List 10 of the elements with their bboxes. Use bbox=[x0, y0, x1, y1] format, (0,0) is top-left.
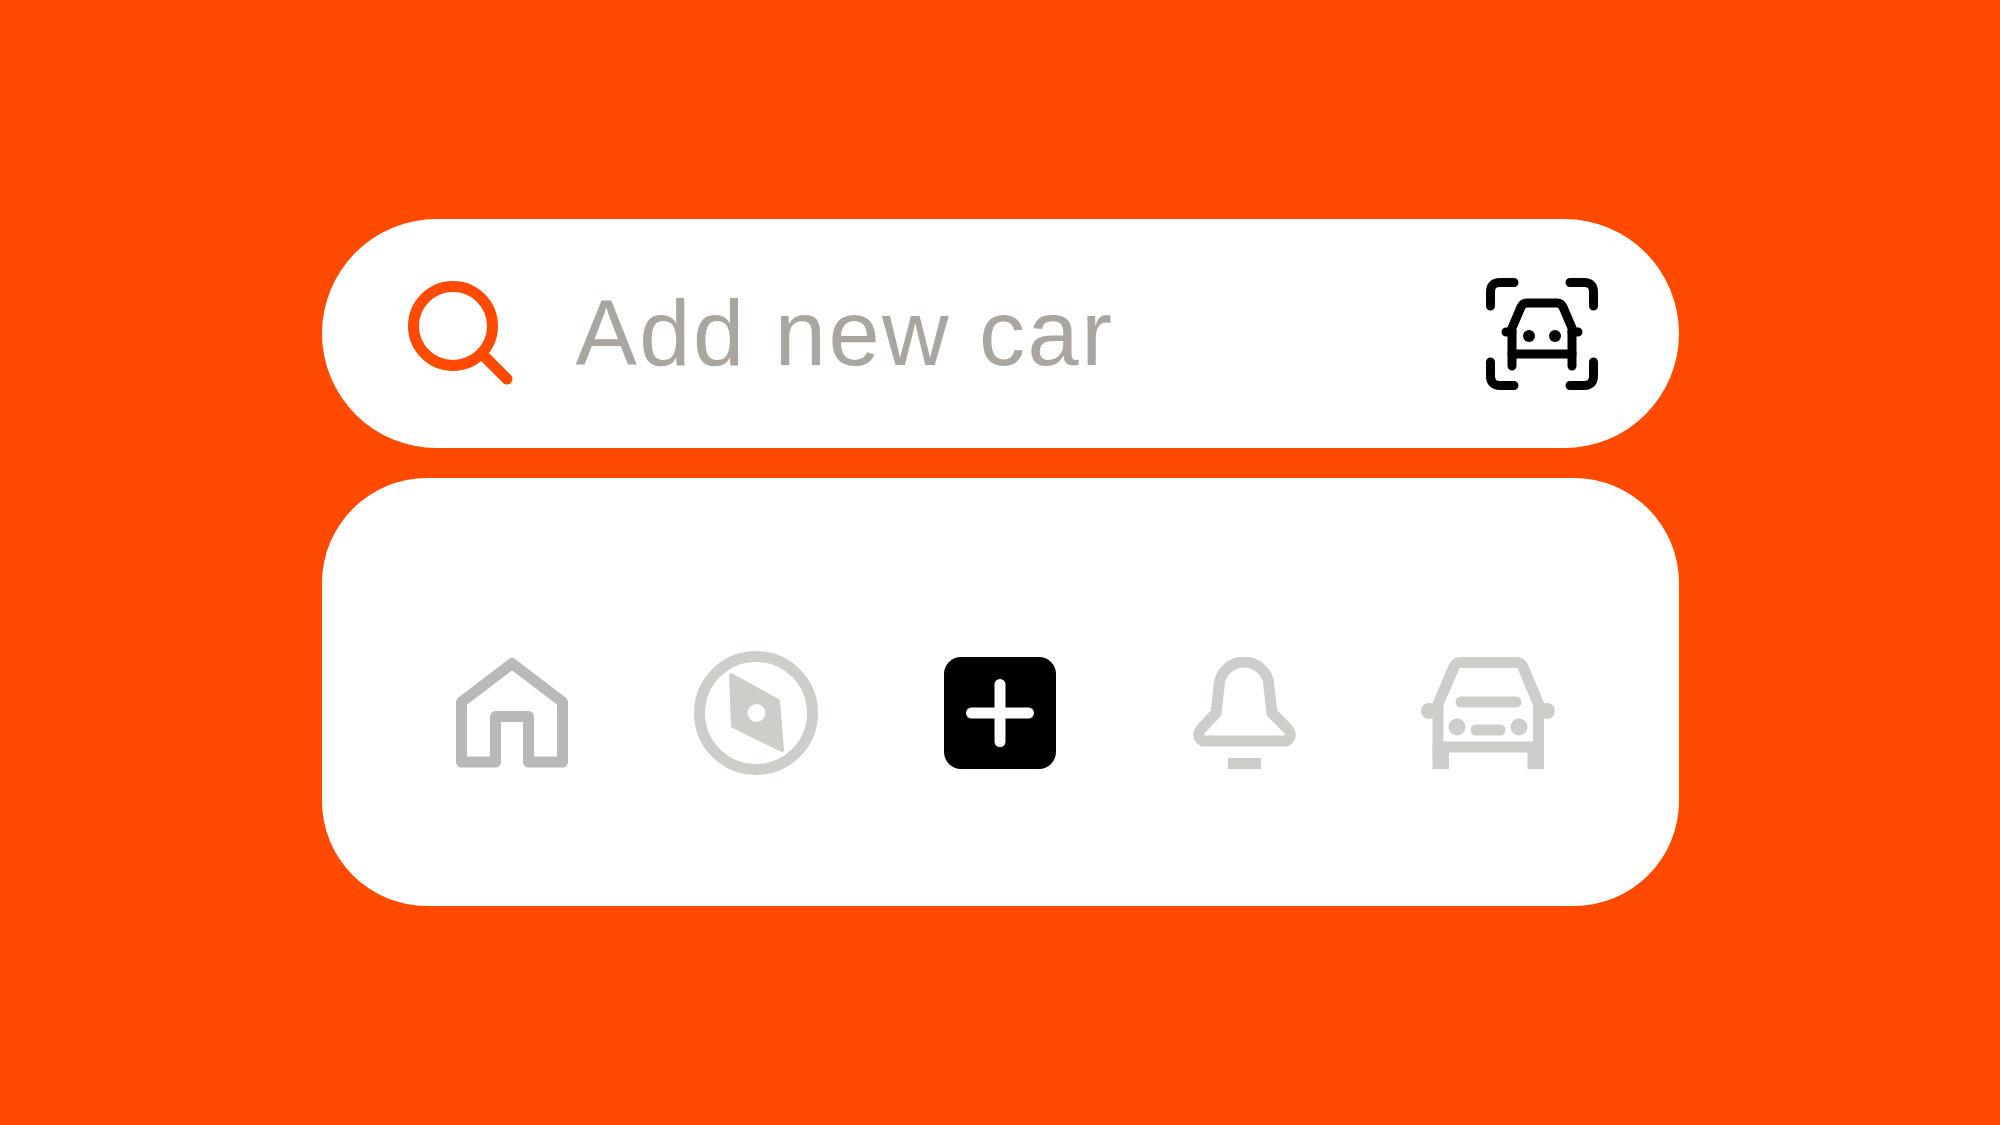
compass-icon[interactable] bbox=[694, 651, 818, 775]
home-icon[interactable] bbox=[456, 658, 568, 768]
search-field[interactable]: Add new car bbox=[321, 219, 1679, 448]
car-icon[interactable] bbox=[1421, 657, 1555, 769]
car-scan-icon[interactable] bbox=[1485, 277, 1598, 390]
plus-icon bbox=[966, 679, 1034, 747]
search-icon bbox=[407, 281, 513, 386]
bell-icon[interactable] bbox=[1190, 657, 1298, 769]
add-button[interactable] bbox=[944, 657, 1056, 769]
search-input[interactable]: Add new car bbox=[575, 278, 1486, 389]
